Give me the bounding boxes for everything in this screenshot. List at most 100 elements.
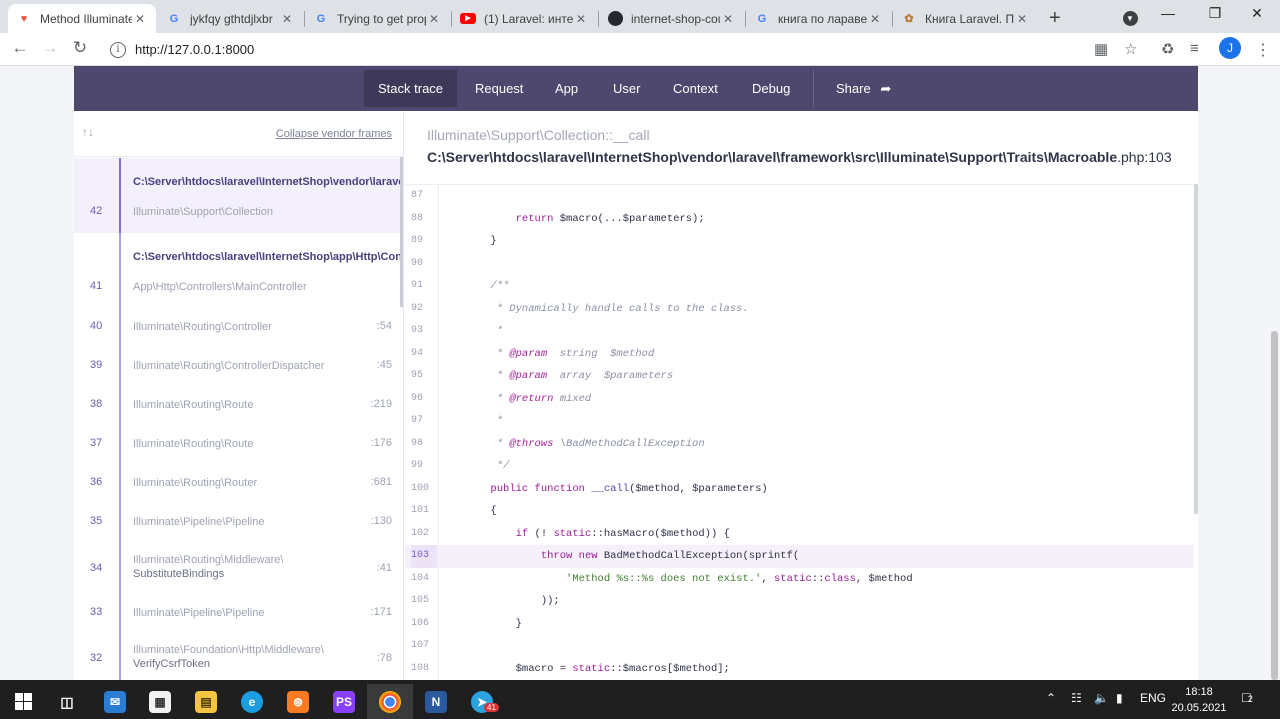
code-line: 108 $macro = static::$macros[$method];: [405, 658, 1194, 681]
close-icon[interactable]: ✕: [573, 12, 589, 26]
line-number: 96: [411, 392, 424, 404]
bookmark-star-icon[interactable]: ☆: [1124, 40, 1137, 58]
code-text: public function __call($method, $paramet…: [490, 482, 768, 495]
line-number: 87: [411, 190, 424, 201]
page-viewport: Stack trace Request App User Context Deb…: [0, 66, 1280, 680]
frame-marker: [119, 504, 121, 543]
network-icon[interactable]: ☷: [1071, 691, 1082, 705]
line-number: 102: [411, 527, 430, 539]
collapse-vendor-frames-link[interactable]: Collapse vendor frames: [276, 128, 392, 140]
browser-tab[interactable]: G jykfqy gthtdjlxbr ✕: [158, 4, 303, 33]
code-scrollbar[interactable]: [1194, 184, 1198, 514]
site-info-icon[interactable]: i: [110, 41, 126, 58]
menu-icon[interactable]: ⋮: [1255, 40, 1271, 60]
language-indicator[interactable]: ENG: [1140, 691, 1166, 705]
xampp-icon: ⊛: [287, 690, 309, 713]
line-number: 107: [411, 640, 430, 651]
restore-button[interactable]: ❐: [1192, 5, 1238, 22]
google-icon: G: [316, 12, 326, 25]
browser-tab[interactable]: internet-shop-course ✕: [599, 4, 744, 33]
browser-tab[interactable]: ▶ (1) Laravel: интернет-магазин ✕: [452, 4, 597, 33]
frame-number: 35: [90, 515, 103, 527]
code-text: * @return mixed: [440, 392, 592, 405]
frame-item[interactable]: 34 Illuminate\Routing\Middleware\ Substi…: [74, 543, 400, 595]
frame-item[interactable]: C:\Server\htdocs\laravel\InternetShop\ap…: [74, 233, 400, 308]
task-view-icon: ◫: [60, 693, 74, 710]
taskbar-notepad[interactable]: N: [413, 684, 459, 719]
frame-item[interactable]: 38 Illuminate\Routing\Route :219: [74, 387, 400, 426]
frame-item[interactable]: 40 Illuminate\Routing\Controller :54: [74, 308, 400, 348]
reload-button[interactable]: ↻: [69, 38, 91, 58]
tab-stack-trace[interactable]: Stack trace: [364, 70, 458, 107]
battery-icon[interactable]: ▮: [1116, 691, 1123, 705]
notification-center-button[interactable]: □ 2: [1242, 689, 1253, 705]
tab-context[interactable]: Context: [659, 70, 732, 107]
close-icon[interactable]: ✕: [279, 12, 295, 26]
store-icon: ▦: [149, 690, 171, 713]
page-scrollbar[interactable]: [1271, 331, 1278, 680]
browser-tab[interactable]: ✿ Книга Laravel. Полное руководство ✕: [893, 4, 1038, 33]
browser-tab[interactable]: G книга по ларавел ✕: [746, 4, 891, 33]
close-window-button[interactable]: ✕: [1234, 5, 1280, 22]
clock[interactable]: 18:18 20.05.2021: [1168, 684, 1230, 716]
profile-avatar[interactable]: J: [1219, 37, 1241, 59]
close-icon[interactable]: ✕: [426, 12, 442, 26]
minimize-button[interactable]: —: [1145, 5, 1191, 21]
browser-tab-active[interactable]: ♥ Method Illuminate\Support\Collection::…: [8, 4, 156, 33]
taskbar-phpstorm[interactable]: PS: [321, 684, 367, 719]
show-hidden-icons-chevron-icon[interactable]: ⌃: [1046, 691, 1056, 705]
taskbar-xampp[interactable]: ⊛: [275, 684, 321, 719]
tab-user[interactable]: User: [599, 70, 654, 107]
frame-class: Illuminate\Support\Collection: [133, 206, 274, 218]
taskbar-mail[interactable]: ✉: [92, 684, 138, 719]
close-icon[interactable]: ✕: [1014, 12, 1030, 26]
frame-nav-arrows-icon[interactable]: ↑↓: [82, 125, 94, 139]
frame-item[interactable]: 39 Illuminate\Routing\ControllerDispatch…: [74, 348, 400, 387]
frame-item[interactable]: 37 Illuminate\Routing\Route :176: [74, 426, 400, 465]
google-icon: G: [169, 12, 179, 25]
frame-line: :54: [376, 320, 392, 332]
frame-item[interactable]: 36 Illuminate\Routing\Router :681: [74, 465, 400, 504]
back-button[interactable]: ←: [9, 38, 31, 58]
code-text: * Dynamically handle calls to the class.: [440, 302, 749, 315]
windows-start-button[interactable]: [0, 684, 46, 719]
tab-label: internet-shop-course: [631, 11, 720, 26]
extensions-icon[interactable]: ♻: [1161, 40, 1174, 58]
code-text: * @param string $method: [440, 347, 655, 360]
close-icon[interactable]: ✕: [720, 12, 736, 26]
code-line: 98 * @throws \BadMethodCallException: [405, 433, 1194, 456]
close-icon[interactable]: ✕: [867, 12, 883, 26]
taskbar-edge[interactable]: e: [229, 684, 275, 719]
forward-button[interactable]: →: [39, 38, 61, 58]
share-button[interactable]: Share ➦: [822, 70, 905, 107]
browser-tab[interactable]: G Trying to get property ✕: [305, 4, 450, 33]
frame-class: Illuminate\Foundation\Http\Middleware\ V…: [133, 643, 363, 671]
tab-app[interactable]: App: [541, 70, 592, 107]
task-view-button[interactable]: ◫: [44, 684, 90, 719]
frame-item[interactable]: 33 Illuminate\Pipeline\Pipeline :171: [74, 595, 400, 633]
frame-item[interactable]: 35 Illuminate\Pipeline\Pipeline :130: [74, 504, 400, 543]
close-icon[interactable]: ✕: [132, 12, 148, 26]
address-bar[interactable]: i http://127.0.0.1:8000: [102, 36, 1152, 63]
frames-list: ↑↓ Collapse vendor frames C:\Server\htdo…: [74, 111, 404, 680]
book-icon: ✿: [904, 13, 914, 25]
code-file-ext: .php:103: [1117, 149, 1172, 165]
taskbar-store[interactable]: ▦: [137, 684, 183, 719]
code-file-path[interactable]: C:\Server\htdocs\laravel\InternetShop\ve…: [427, 149, 1172, 165]
tab-request[interactable]: Request: [461, 70, 537, 107]
translate-icon[interactable]: ▦: [1094, 40, 1108, 58]
new-tab-button[interactable]: +: [1049, 7, 1061, 30]
url-text[interactable]: http://127.0.0.1:8000: [135, 42, 254, 57]
tab-debug[interactable]: Debug: [738, 70, 804, 107]
volume-icon[interactable]: 🔈: [1094, 691, 1109, 705]
google-icon: G: [757, 12, 767, 25]
clock-date: 20.05.2021: [1171, 702, 1227, 714]
taskbar-telegram[interactable]: ➤ 41: [459, 684, 505, 719]
stack-trace-card: ↑↓ Collapse vendor frames C:\Server\htdo…: [74, 111, 1198, 680]
frame-item[interactable]: 32 Illuminate\Foundation\Http\Middleware…: [74, 633, 400, 680]
frames-scrollbar[interactable]: [400, 157, 403, 307]
frame-item-selected[interactable]: C:\Server\htdocs\laravel\InternetShop\ve…: [74, 158, 400, 233]
reading-list-icon[interactable]: ≡: [1190, 40, 1199, 57]
taskbar-explorer[interactable]: ▤: [183, 684, 229, 719]
taskbar-chrome[interactable]: [367, 684, 413, 719]
